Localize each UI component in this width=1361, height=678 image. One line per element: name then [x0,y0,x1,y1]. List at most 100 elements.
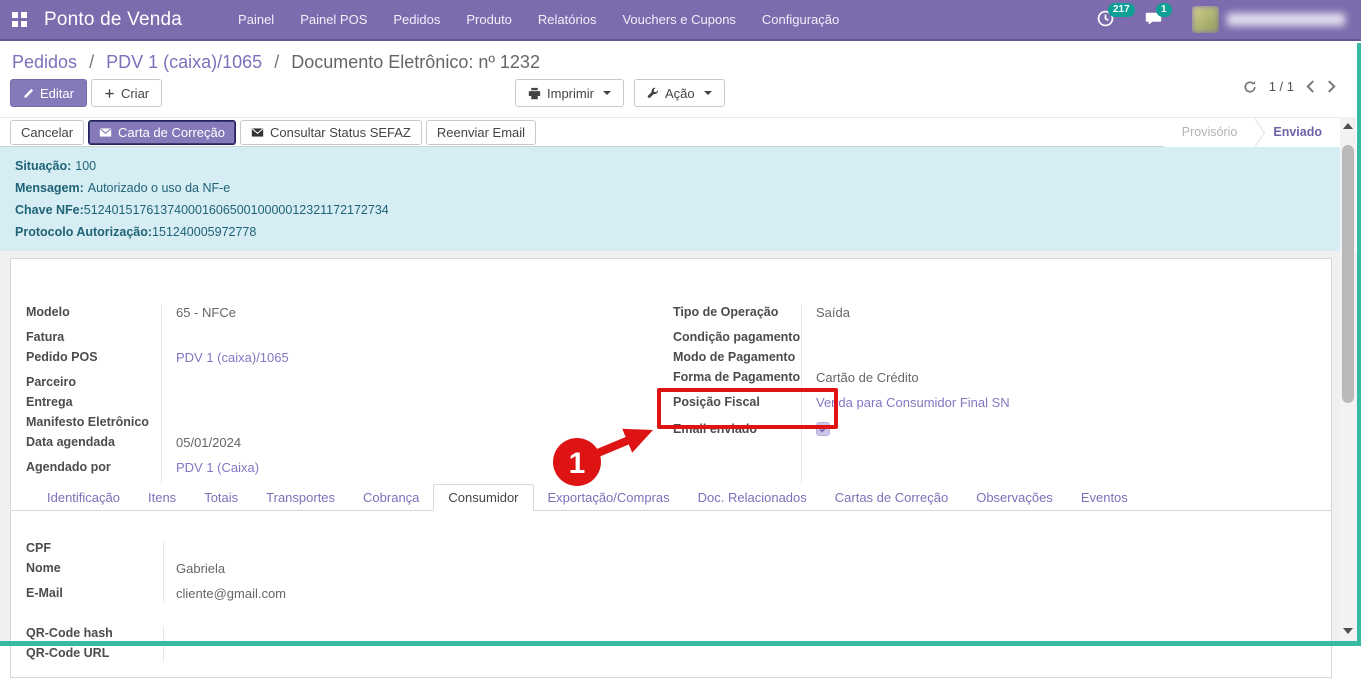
pager-previous-button[interactable] [1306,80,1315,93]
alert-situacao: Situação:100 [15,159,1325,174]
field-forma-pagamento: Forma de Pagamento Cartão de Crédito [673,368,1291,388]
breadcrumb-separator: / [274,52,279,72]
scrollbar-up-icon[interactable] [1340,119,1356,133]
field-email-enviado: Email enviado [673,420,1291,440]
activity-count-badge: 217 [1108,3,1135,17]
tab-cartas-de-correcao[interactable]: Cartas de Correção [821,485,962,510]
field-cpf: CPF [26,539,673,559]
messages-chat-icon[interactable]: 1 [1144,9,1166,31]
checkmark-icon [818,424,828,434]
envelope-icon [251,126,264,139]
user-menu[interactable] [1192,6,1345,33]
alert-mensagem: Mensagem:Autorizado o uso da NF-e [15,181,1325,196]
nav-item-vouchers[interactable]: Vouchers e Cupons [622,12,735,27]
nav-item-pedidos[interactable]: Pedidos [393,12,440,27]
tab-consumidor[interactable]: Consumidor [433,484,533,511]
tab-itens[interactable]: Itens [134,485,190,510]
alert-protocolo: Protocolo Autorização:151240005972778 [15,225,1325,240]
vertical-scrollbar[interactable] [1340,117,1356,640]
refresh-button[interactable] [1243,80,1257,94]
pager: 1 / 1 [1243,79,1336,94]
tab-transportes[interactable]: Transportes [252,485,349,510]
avatar [1192,6,1219,33]
create-button[interactable]: Criar [91,79,162,107]
breadcrumb-link-pdv[interactable]: PDV 1 (caixa)/1065 [106,52,262,72]
tab-totais[interactable]: Totais [190,485,252,510]
nav-item-produto[interactable]: Produto [466,12,512,27]
scrollbar-down-icon[interactable] [1340,624,1356,638]
field-qrcode-url: QR-Code URL [26,644,673,664]
field-tipo-operacao: Tipo de Operação Saída [673,303,1291,323]
field-parceiro: Parceiro [26,373,673,393]
chevron-left-icon [1306,80,1315,93]
tab-doc-relacionados[interactable]: Doc. Relacionados [684,485,821,510]
scrollbar-thumb[interactable] [1342,145,1354,403]
top-navbar: Ponto de Venda Painel Painel POS Pedidos… [0,0,1361,41]
form-group-left: Modelo 65 - NFCe Fatura Pedido POS PDV 1… [26,303,673,485]
tab-observacoes[interactable]: Observações [962,485,1067,510]
window-edge-right [1357,43,1361,646]
field-entrega: Entrega [26,393,673,413]
print-dropdown-button[interactable]: Imprimir [515,79,624,107]
message-count-badge: 1 [1156,3,1172,17]
nav-item-configuracao[interactable]: Configuração [762,12,839,27]
activities-clock-icon[interactable]: 217 [1096,9,1118,31]
field-modo-pagamento: Modo de Pagamento [673,348,1291,368]
pager-count: 1 / 1 [1269,79,1294,94]
apps-grid-icon[interactable] [0,0,38,40]
cancel-button[interactable]: Cancelar [10,120,84,145]
plus-icon [104,88,115,99]
field-pedido-pos: Pedido POS PDV 1 (caixa)/1065 [26,348,673,368]
email-sent-checkbox[interactable] [816,422,830,436]
posicao-fiscal-link[interactable]: Venda para Consumidor Final SN [816,395,1010,410]
chevron-right-icon [1327,80,1336,93]
action-dropdown-button[interactable]: Ação [634,79,725,107]
form-group-right: Tipo de Operação Saída Condição pagament… [673,303,1331,485]
field-email: E-Mail cliente@gmail.com [26,584,673,604]
content-background: Modelo 65 - NFCe Fatura Pedido POS PDV 1… [0,251,1361,646]
pencil-icon [23,88,34,99]
consumer-group: CPF Nome Gabriela E-Mail cliente@gmail.c… [26,539,673,604]
tab-eventos[interactable]: Eventos [1067,485,1142,510]
statusbar: Cancelar Carta de Correção Consultar Sta… [0,117,1340,147]
app-title: Ponto de Venda [44,9,182,31]
pedido-pos-link[interactable]: PDV 1 (caixa)/1065 [176,350,289,365]
form-sheet: Modelo 65 - NFCe Fatura Pedido POS PDV 1… [10,258,1332,678]
sefaz-info-alert: Situação:100 Mensagem:Autorizado o uso d… [0,147,1340,251]
status-pipeline: Provisório Enviado [1164,118,1340,147]
field-data-agendada: Data agendada 05/01/2024 [26,433,673,453]
agendado-por-link[interactable]: PDV 1 (Caixa) [176,460,259,475]
breadcrumb: Pedidos / PDV 1 (caixa)/1065 / Documento… [12,52,540,73]
main-menu: Painel Painel POS Pedidos Produto Relató… [238,12,839,27]
alert-chave-nfe: Chave NFe:512401517613740001606500100000… [15,203,1325,218]
edit-button[interactable]: Editar [10,79,87,107]
nav-item-painel[interactable]: Painel [238,12,274,27]
nav-item-relatorios[interactable]: Relatórios [538,12,597,27]
breadcrumb-separator: / [89,52,94,72]
resend-email-button[interactable]: Reenviar Email [426,120,536,145]
window-edge-bottom [0,641,1361,646]
stage-enviado[interactable]: Enviado [1255,118,1340,147]
notebook-tabs: Identificação Itens Totais Transportes C… [11,485,1331,511]
tab-cobranca[interactable]: Cobrança [349,485,433,510]
correction-letter-button[interactable]: Carta de Correção [88,120,236,145]
caret-down-icon [704,91,712,95]
breadcrumb-current: Documento Eletrônico: nº 1232 [291,52,540,72]
envelope-icon [99,126,112,139]
printer-icon [528,87,541,100]
refresh-icon [1243,80,1257,94]
pager-next-button[interactable] [1327,80,1336,93]
caret-down-icon [603,91,611,95]
wrench-icon [647,87,659,99]
nav-item-painel-pos[interactable]: Painel POS [300,12,367,27]
field-condicao-pagamento: Condição pagamento [673,328,1291,348]
field-nome: Nome Gabriela [26,559,673,579]
breadcrumb-link-pedidos[interactable]: Pedidos [12,52,77,72]
field-modelo: Modelo 65 - NFCe [26,303,673,323]
stage-provisorio[interactable]: Provisório [1164,118,1256,147]
tab-identificacao[interactable]: Identificação [33,485,134,510]
field-agendado-por: Agendado por PDV 1 (Caixa) [26,458,673,478]
tab-exportacao-compras[interactable]: Exportação/Compras [534,485,684,510]
check-sefaz-status-button[interactable]: Consultar Status SEFAZ [240,120,422,145]
field-fatura: Fatura [26,328,673,348]
